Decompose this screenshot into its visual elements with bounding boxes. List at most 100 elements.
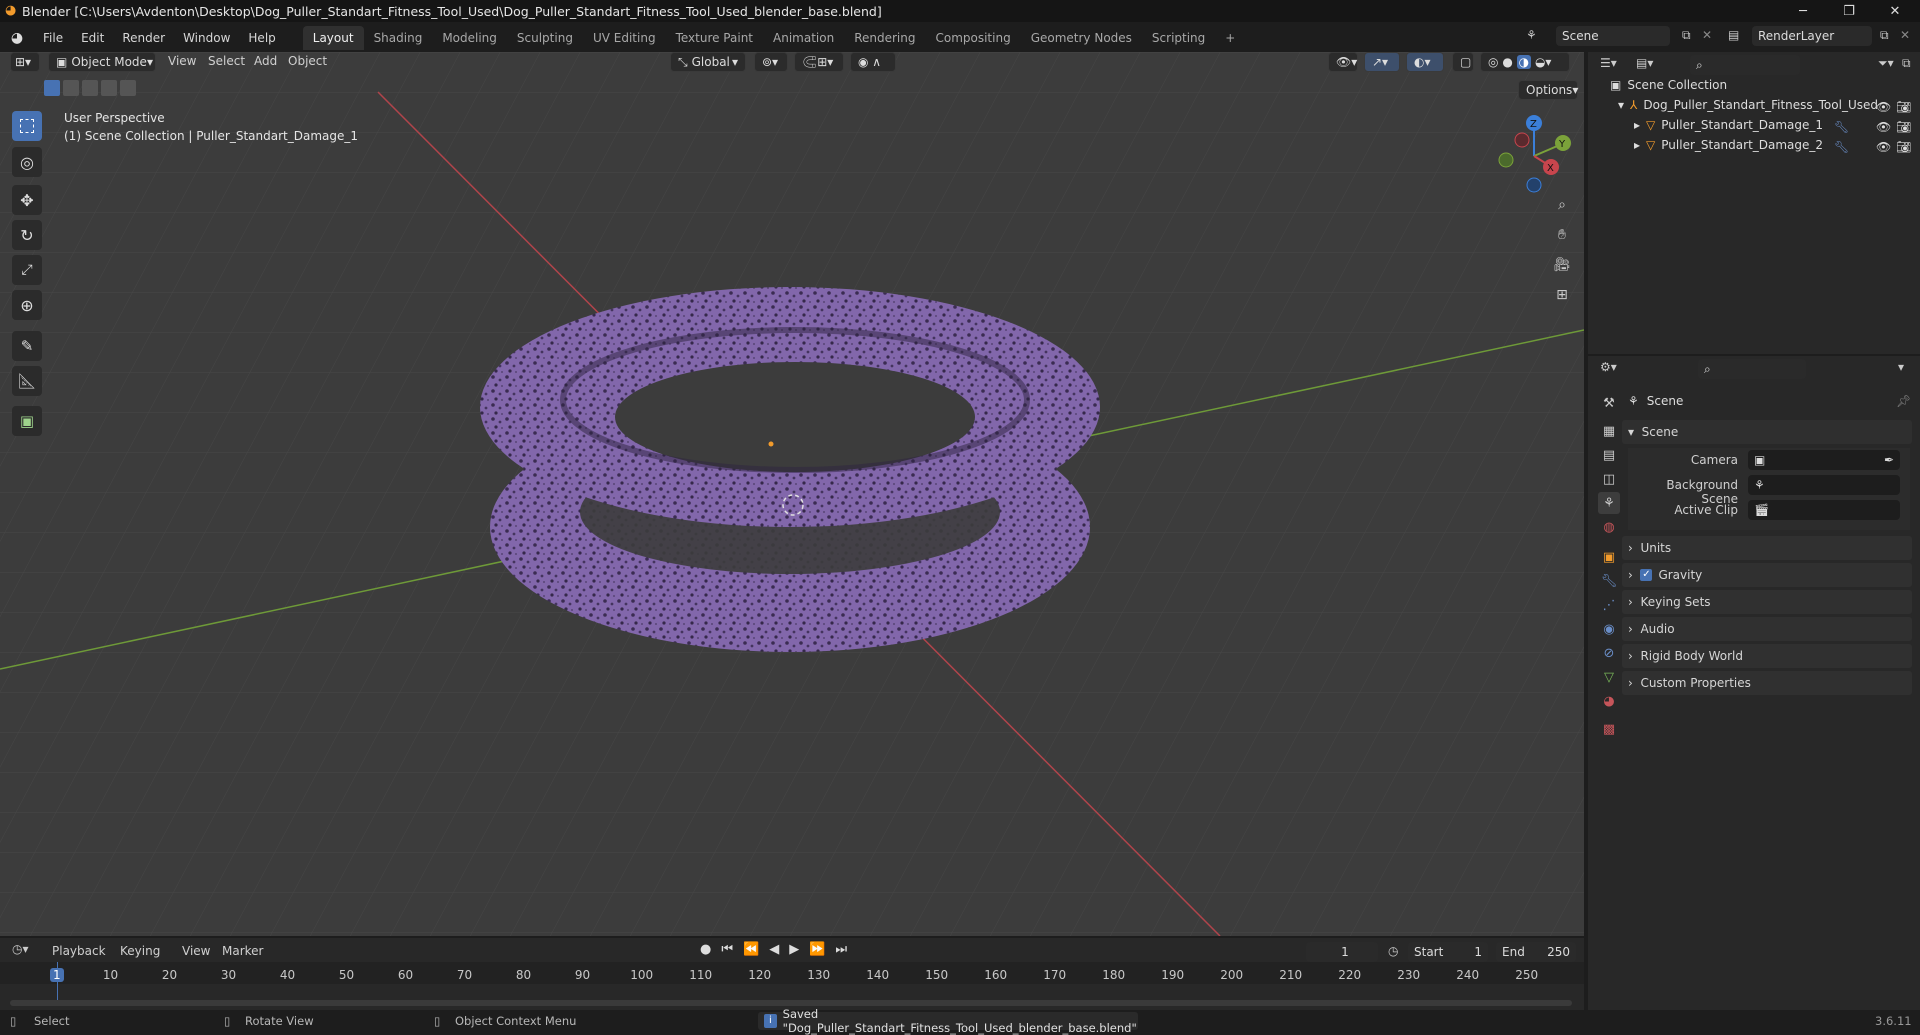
visibility-dropdown[interactable]: 👁︎▾ xyxy=(1328,52,1358,72)
prev-keyframe-icon[interactable]: ⏪ xyxy=(743,942,759,957)
tab-layout[interactable]: Layout xyxy=(302,26,364,50)
tab-sculpting[interactable]: Sculpting xyxy=(507,26,583,50)
outliner-row-object-1[interactable]: ▸ ▽ Puller_Standart_Damage_1 xyxy=(1634,118,1823,132)
visibility-eye-icon[interactable]: 👁︎ xyxy=(1876,100,1891,114)
select-subtract-icon[interactable] xyxy=(82,80,98,96)
tool-tab-icon[interactable]: ⚒ xyxy=(1598,392,1620,414)
gravity-panel[interactable]: › ✓ Gravity xyxy=(1622,563,1912,587)
pivot-dropdown[interactable]: ⊚▾ xyxy=(754,52,788,72)
solid-shading-icon[interactable]: ● xyxy=(1502,55,1512,69)
display-mode-icon[interactable]: ▤▾ xyxy=(1636,56,1653,70)
texture-tab-icon[interactable]: ▩ xyxy=(1598,718,1620,740)
viewport-menu-object[interactable]: Object xyxy=(288,54,327,68)
scene-section-header[interactable]: ▾ Scene xyxy=(1622,420,1912,444)
render-tab-icon[interactable]: ▦ xyxy=(1598,420,1620,442)
tab-modeling[interactable]: Modeling xyxy=(432,26,507,50)
timeline-menu-keying[interactable]: Keying xyxy=(120,944,160,958)
cursor-tool[interactable]: ◎ xyxy=(12,147,42,177)
object-tab-icon[interactable]: ▣ xyxy=(1598,546,1620,568)
select-intersect-icon[interactable] xyxy=(120,80,136,96)
menu-edit[interactable]: Edit xyxy=(72,31,113,45)
scene-selector-icon[interactable]: ⚘ xyxy=(1526,28,1537,42)
tab-shading[interactable]: Shading xyxy=(364,26,433,50)
blender-menu-icon[interactable]: ◕ xyxy=(0,30,34,46)
properties-editor-icon[interactable]: ⚙▾ xyxy=(1600,360,1617,374)
material-shading-icon[interactable]: ◑ xyxy=(1516,55,1532,69)
preview-range-icon[interactable]: ◷ xyxy=(1388,944,1398,958)
tab-animation[interactable]: Animation xyxy=(763,26,844,50)
current-frame-field[interactable]: 1 xyxy=(1306,942,1378,962)
active-clip-field[interactable]: 🎬︎ xyxy=(1748,500,1900,520)
shading-modes[interactable]: ◎ ● ◑ ◒ ▾ xyxy=(1480,52,1570,72)
proportional-edit-toggle[interactable]: ◉ ∧ xyxy=(850,52,896,72)
scene-tab-icon[interactable]: ⚘ xyxy=(1598,492,1620,514)
transform-tool[interactable]: ⊕ xyxy=(12,290,42,320)
annotate-tool[interactable]: ✎ xyxy=(12,331,42,361)
end-frame-field[interactable]: End 250 xyxy=(1496,942,1576,962)
scale-tool[interactable]: ⤢ xyxy=(12,255,42,285)
data-tab-icon[interactable]: ▽ xyxy=(1598,666,1620,688)
gravity-checkbox[interactable]: ✓ xyxy=(1640,569,1653,581)
select-extend-icon[interactable] xyxy=(63,80,79,96)
orientation-dropdown[interactable]: ⤡ Global ▾ xyxy=(670,52,746,72)
world-tab-icon[interactable]: ◍ xyxy=(1598,516,1620,538)
maximize-button[interactable]: ❐ xyxy=(1826,0,1872,22)
editor-type-button[interactable]: ⊞▾ xyxy=(10,52,40,72)
play-icon[interactable]: ▶ xyxy=(789,942,799,957)
modifier-wrench-icon[interactable]: 🔧︎ xyxy=(1834,120,1849,134)
timeline-menu-view[interactable]: View xyxy=(182,944,210,958)
viewport-menu-add[interactable]: Add xyxy=(254,54,277,68)
viewport-menu-view[interactable]: View xyxy=(168,54,196,68)
physics-tab-icon[interactable]: ◉ xyxy=(1598,618,1620,640)
expand-arrow-icon[interactable]: ▸ xyxy=(1634,118,1640,132)
timeline-menu-marker[interactable]: Marker xyxy=(222,944,263,958)
tab-geometry-nodes[interactable]: Geometry Nodes xyxy=(1021,26,1142,50)
visibility-eye-icon[interactable]: 👁︎ xyxy=(1876,120,1891,134)
outliner-search-input[interactable]: ⌕ xyxy=(1690,55,1800,75)
new-scene-icon[interactable]: ⧉ xyxy=(1682,28,1691,43)
snap-toggle[interactable]: 🧲︎⊞▾ xyxy=(794,52,844,72)
next-keyframe-icon[interactable]: ⏩ xyxy=(809,942,825,957)
particles-tab-icon[interactable]: ⋰ xyxy=(1598,594,1620,616)
record-icon[interactable]: ● xyxy=(700,942,711,957)
viewport-3d[interactable]: User Perspective (1) Scene Collection | … xyxy=(0,52,1584,936)
camera-view-icon[interactable]: 🎥︎ xyxy=(1549,252,1575,278)
tab-texture-paint[interactable]: Texture Paint xyxy=(666,26,763,50)
wireframe-shading-icon[interactable]: ◎ xyxy=(1488,55,1498,69)
pin-icon[interactable]: 📌︎ xyxy=(1896,394,1911,408)
camera-field[interactable]: ▣ ✒ xyxy=(1748,450,1900,470)
close-button[interactable]: ✕ xyxy=(1872,0,1918,22)
xray-toggle[interactable]: ▢ xyxy=(1452,52,1474,72)
tab-rendering[interactable]: Rendering xyxy=(844,26,925,50)
render-layer-icon[interactable]: ▤ xyxy=(1728,28,1739,42)
jump-start-icon[interactable]: ⏮ xyxy=(721,942,733,957)
delete-scene-icon[interactable]: ✕ xyxy=(1702,28,1712,42)
modifier-tab-icon[interactable]: 🔧︎ xyxy=(1598,570,1620,592)
timeline-menu-playback[interactable]: Playback xyxy=(52,944,106,958)
select-new-icon[interactable] xyxy=(44,80,60,96)
outliner-editor-icon[interactable]: ☰▾ xyxy=(1600,56,1617,70)
timeline-editor-icon[interactable]: ◷▾ xyxy=(12,942,29,956)
keying-sets-panel[interactable]: › Keying Sets xyxy=(1622,590,1912,614)
render-camera-icon[interactable]: 📷︎ xyxy=(1896,140,1911,154)
constraints-tab-icon[interactable]: ⊘ xyxy=(1598,642,1620,664)
gizmo-toggle[interactable]: ↗▾ xyxy=(1364,52,1400,72)
ortho-grid-icon[interactable]: ⊞ xyxy=(1549,282,1575,308)
expand-arrow-icon[interactable]: ▾ xyxy=(1618,98,1624,112)
play-reverse-icon[interactable]: ◀ xyxy=(769,942,779,957)
new-collection-icon[interactable]: ⧉ xyxy=(1902,56,1911,71)
rigid-body-world-panel[interactable]: › Rigid Body World xyxy=(1622,644,1912,668)
menu-window[interactable]: Window xyxy=(174,31,239,45)
move-tool[interactable]: ✥ xyxy=(12,185,42,215)
tab-uv-editing[interactable]: UV Editing xyxy=(583,26,666,50)
start-frame-field[interactable]: Start 1 xyxy=(1408,942,1488,962)
filter-icon[interactable]: ⏷▾ xyxy=(1878,56,1894,71)
add-cube-tool[interactable]: ▣ xyxy=(12,406,42,436)
mode-dropdown[interactable]: ▣ Object Mode ▾ xyxy=(48,52,156,72)
outliner-row-collection[interactable]: ▾ ⅄ Dog_Puller_Standart_Fitness_Tool_Use… xyxy=(1618,98,1878,112)
view-layer-tab-icon[interactable]: ◫ xyxy=(1598,468,1620,490)
modifier-wrench-icon[interactable]: 🔧︎ xyxy=(1834,140,1849,154)
rotate-tool[interactable]: ↻ xyxy=(12,220,42,250)
menu-render[interactable]: Render xyxy=(113,31,174,45)
delete-view-layer-icon[interactable]: ✕ xyxy=(1900,28,1910,42)
